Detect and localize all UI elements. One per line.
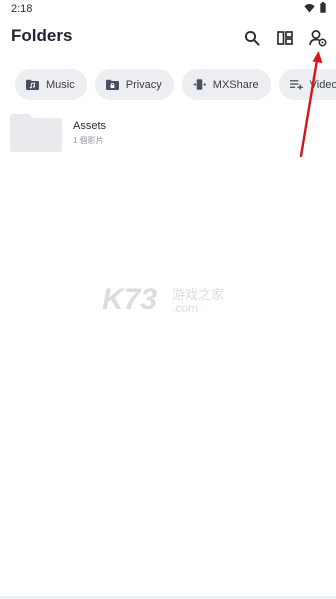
- account-button[interactable]: [307, 27, 329, 49]
- watermark-url-text: .com: [172, 301, 198, 315]
- status-bar: 2:18: [0, 0, 336, 18]
- folder-item[interactable]: Assets 1 個影片: [10, 112, 326, 154]
- category-chips: Music Privacy MXShare Video: [15, 69, 336, 100]
- chip-label: MXShare: [212, 78, 259, 91]
- view-layout-icon: [277, 31, 293, 45]
- chip-mxshare[interactable]: MXShare: [181, 69, 271, 100]
- status-icons: [304, 2, 326, 13]
- search-icon: [244, 30, 260, 46]
- share-icon: [193, 78, 206, 91]
- folder-icon: [10, 114, 62, 152]
- app-bar: Folders: [0, 18, 336, 58]
- battery-icon: [320, 2, 326, 13]
- folder-video-count: 1 個影片: [73, 136, 104, 145]
- lock-folder-icon: [105, 78, 119, 91]
- chip-label: Privacy: [125, 78, 162, 91]
- status-time: 2:18: [11, 3, 33, 15]
- page-title: Folders: [11, 26, 73, 45]
- folder-name: Assets: [73, 120, 107, 132]
- chip-label: Music: [46, 78, 75, 91]
- music-folder-icon: [26, 78, 39, 91]
- svg-text:K73: K73: [102, 283, 157, 316]
- chip-music[interactable]: Music: [15, 69, 87, 100]
- watermark-logo: K73 游戏之家 .com: [102, 282, 232, 316]
- view-layout-button[interactable]: [274, 27, 296, 49]
- annotation-arrow-icon: [299, 51, 323, 158]
- chip-privacy[interactable]: Privacy: [94, 69, 174, 100]
- wifi-icon: [304, 3, 315, 12]
- search-button[interactable]: [241, 27, 263, 49]
- account-icon: [309, 30, 327, 47]
